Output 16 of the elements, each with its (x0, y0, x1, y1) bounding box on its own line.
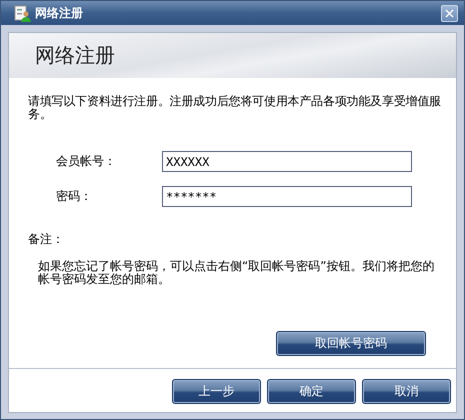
note-label: 备注： (28, 231, 65, 248)
user-card-icon (14, 4, 31, 22)
close-icon (445, 8, 454, 18)
retrieve-password-button[interactable]: 取回帐号密码 (276, 331, 426, 356)
input-field[interactable]: ******* (162, 186, 412, 207)
dialog-button[interactable]: 取消 (362, 379, 451, 404)
intro-text: 请填写以下资料进行注册。注册成功后您将可使用本产品各项功能及享受增值服务。 (28, 95, 442, 121)
field-label: 密码： (55, 188, 93, 205)
dialog-button[interactable]: 上一步 (172, 379, 261, 404)
close-button[interactable] (441, 4, 458, 22)
note-text: 如果您忘记了帐号密码，可以点击右侧“取回帐号密码”按钮。我们将把您的帐号密码发至您的邮箱。 (38, 260, 436, 286)
header-title: 网络注册 (35, 42, 115, 69)
window-title: 网络注册 (35, 4, 84, 22)
dialog-button[interactable]: 确定 (267, 379, 356, 404)
field-label: 会员帐号： (55, 153, 117, 170)
input-field[interactable]: XXXXXX (162, 151, 412, 172)
